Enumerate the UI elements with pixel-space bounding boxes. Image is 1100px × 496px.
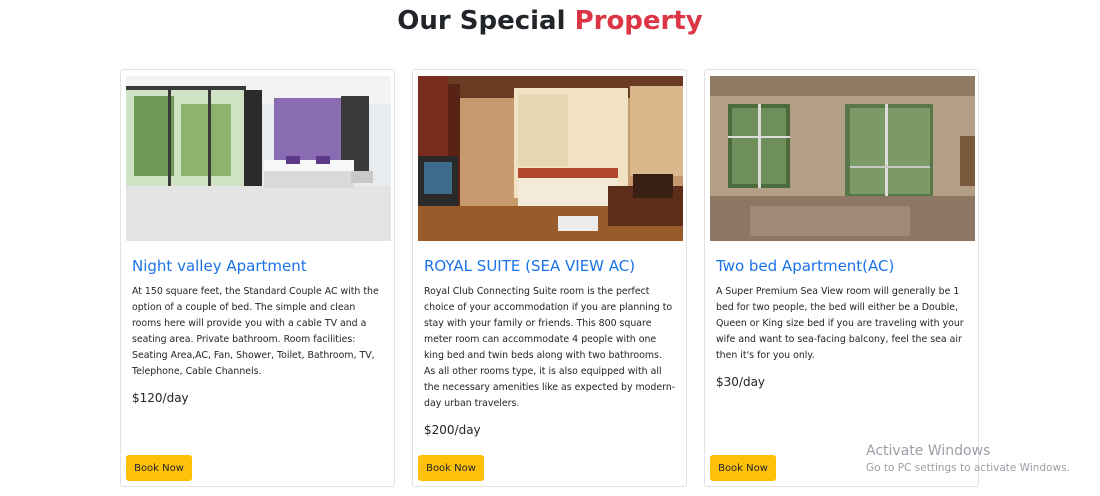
book-now-button[interactable]: Book Now bbox=[418, 455, 484, 481]
book-now-button[interactable]: Book Now bbox=[710, 455, 776, 481]
property-price: $30/day bbox=[716, 375, 766, 389]
property-description: At 150 square feet, the Standard Couple … bbox=[132, 286, 379, 377]
property-image bbox=[418, 76, 683, 241]
property-title[interactable]: Two bed Apartment(AC) bbox=[716, 257, 974, 275]
property-price: $200/day bbox=[424, 423, 481, 437]
property-cards: Night valley Apartment At 150 square fee… bbox=[120, 69, 990, 491]
heading-prefix: Our Special bbox=[397, 6, 566, 36]
heading-accent: Property bbox=[574, 6, 703, 36]
property-image bbox=[126, 76, 391, 241]
activate-windows-watermark: Activate Windows Go to PC settings to ac… bbox=[866, 443, 1070, 474]
watermark-subtitle: Go to PC settings to activate Windows. bbox=[866, 462, 1070, 474]
section-heading: Our Special Property bbox=[0, 6, 1100, 36]
property-card: Two bed Apartment(AC) A Super Premium Se… bbox=[704, 69, 979, 487]
property-title[interactable]: Night valley Apartment bbox=[132, 257, 390, 275]
property-card: ROYAL SUITE (SEA VIEW AC) Royal Club Con… bbox=[412, 69, 687, 487]
property-title[interactable]: ROYAL SUITE (SEA VIEW AC) bbox=[424, 257, 682, 275]
property-card: Night valley Apartment At 150 square fee… bbox=[120, 69, 395, 487]
property-price: $120/day bbox=[132, 391, 189, 405]
property-description-block: At 150 square feet, the Standard Couple … bbox=[132, 284, 384, 406]
property-description: Royal Club Connecting Suite room is the … bbox=[424, 286, 676, 409]
book-now-button[interactable]: Book Now bbox=[126, 455, 192, 481]
property-description: A Super Premium Sea View room will gener… bbox=[716, 286, 964, 361]
watermark-title: Activate Windows bbox=[866, 443, 991, 459]
property-image bbox=[710, 76, 975, 241]
property-description-block: Royal Club Connecting Suite room is the … bbox=[424, 284, 676, 438]
property-description-block: A Super Premium Sea View room will gener… bbox=[716, 284, 968, 390]
